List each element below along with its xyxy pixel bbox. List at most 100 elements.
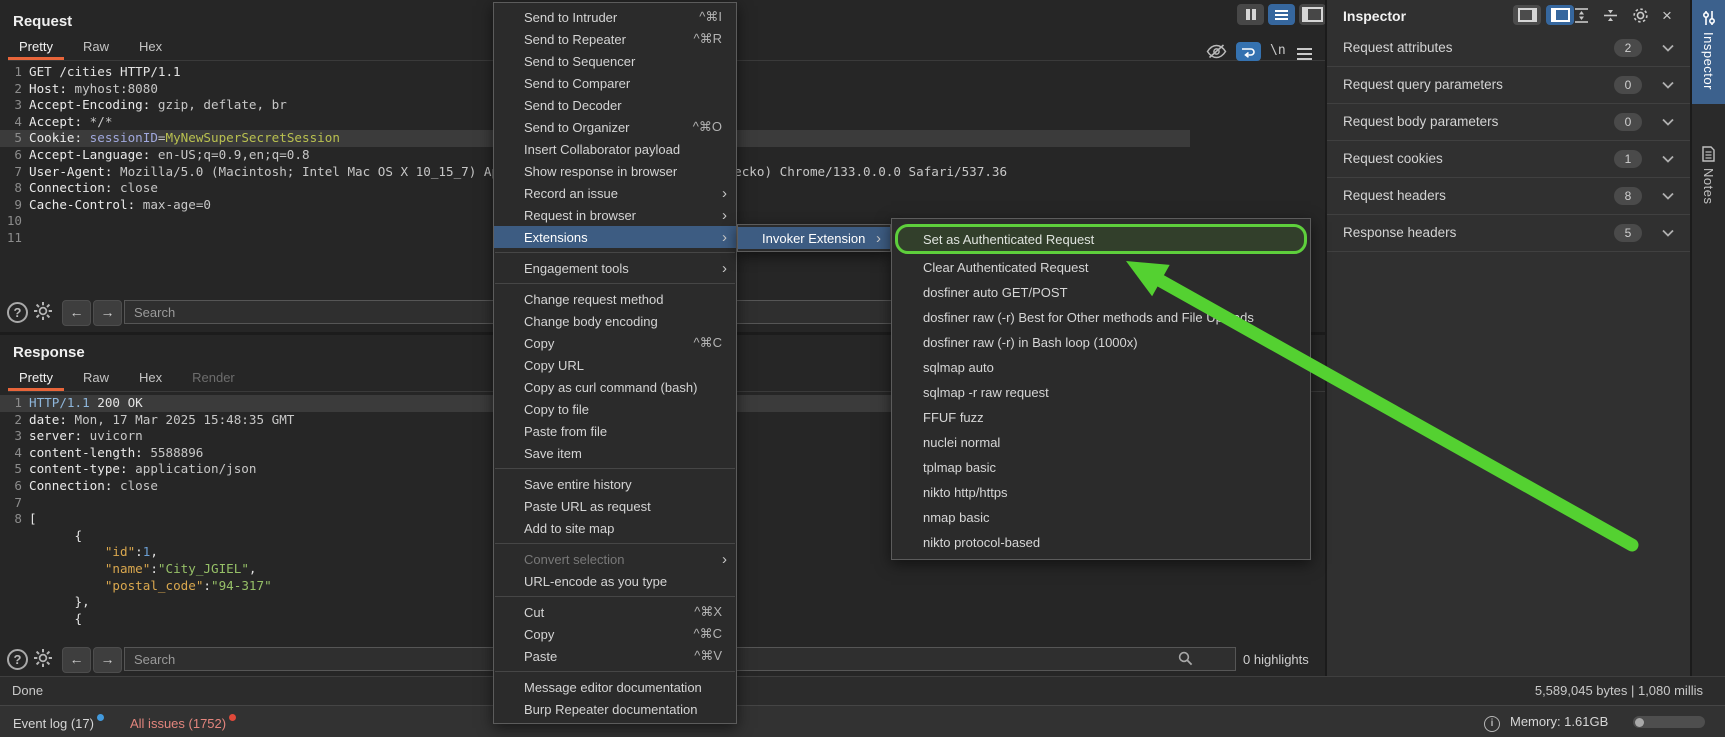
eye-slash-icon[interactable] [1206, 44, 1227, 59]
search-magnifier-icon[interactable] [1178, 651, 1193, 666]
inspector-dock-right-icon[interactable] [1546, 5, 1574, 25]
chevron-down-icon[interactable] [1662, 192, 1674, 200]
menu-item-add-to-site-map[interactable]: Add to site map [494, 517, 736, 539]
menu-item-send-to-repeater[interactable]: Send to Repeater ^⌘R [494, 28, 736, 50]
notes-icon [1702, 146, 1715, 162]
search-settings-gear-icon[interactable] [33, 648, 53, 668]
inspector-section-response-headers[interactable]: Response headers 5 [1327, 215, 1690, 252]
menu-item-nikto-protocol-based[interactable]: nikto protocol-based [892, 530, 1310, 555]
chevron-down-icon[interactable] [1662, 81, 1674, 89]
collapse-all-icon[interactable] [1602, 7, 1619, 24]
menu-shortcut: ^⌘X [694, 604, 722, 619]
inspector-dock-left-icon[interactable] [1513, 5, 1541, 25]
menu-item-change-request-method[interactable]: Change request method [494, 288, 736, 310]
rail-tab-notes[interactable]: Notes [1692, 146, 1725, 204]
inspector-section-request-headers[interactable]: Request headers 8 [1327, 178, 1690, 215]
menu-item-send-to-comparer[interactable]: Send to Comparer [494, 72, 736, 94]
menu-item-set-as-authenticated-request[interactable]: Set as Authenticated Request [895, 224, 1307, 254]
tab-raw[interactable]: Raw [72, 36, 120, 60]
line-number [0, 594, 29, 611]
menu-item-clear-authenticated-request[interactable]: Clear Authenticated Request [892, 255, 1310, 280]
inspector-section-request-query-parameters[interactable]: Request query parameters 0 [1327, 67, 1690, 104]
line-number: 5 [14, 130, 22, 146]
tab-hex[interactable]: Hex [128, 367, 173, 391]
search-settings-gear-icon[interactable] [33, 301, 53, 321]
menu-item-burp-repeater-documentation[interactable]: Burp Repeater documentation [494, 698, 736, 720]
help-icon[interactable]: ? [7, 302, 28, 323]
menu-item-cut[interactable]: Cut ^⌘X [494, 601, 736, 623]
event-log-link[interactable]: Event log (17) [13, 714, 104, 731]
search-next-button[interactable]: → [93, 300, 122, 326]
inspector-section-request-body-parameters[interactable]: Request body parameters 0 [1327, 104, 1690, 141]
menu-item-record-an-issue[interactable]: Record an issue › [494, 182, 736, 204]
newline-icon[interactable]: \n [1270, 43, 1286, 58]
search-prev-button[interactable]: ← [62, 300, 91, 326]
help-icon[interactable]: ? [7, 649, 28, 670]
tab-hex[interactable]: Hex [128, 36, 173, 60]
menu-item-ffuf-fuzz[interactable]: FFUF fuzz [892, 405, 1310, 430]
chevron-down-icon[interactable] [1662, 44, 1674, 52]
menu-item-paste-url-as-request[interactable]: Paste URL as request [494, 495, 736, 517]
menu-item-sqlmap-r-raw-request[interactable]: sqlmap -r raw request [892, 380, 1310, 405]
menu-item-engagement-tools[interactable]: Engagement tools › [494, 257, 736, 279]
memory-bar [1633, 716, 1705, 728]
chevron-down-icon[interactable] [1662, 118, 1674, 126]
tab-pretty[interactable]: Pretty [8, 367, 64, 391]
menu-item-url-encode-as-you-type[interactable]: URL-encode as you type [494, 570, 736, 592]
menu-item-copy[interactable]: Copy ^⌘C [494, 623, 736, 645]
menu-item-extensions[interactable]: Extensions › [494, 226, 736, 248]
menu-item-request-in-browser[interactable]: Request in browser › [494, 204, 736, 226]
menu-item-save-entire-history[interactable]: Save entire history [494, 473, 736, 495]
menu-item-show-response-in-browser[interactable]: Show response in browser [494, 160, 736, 182]
tab-pretty[interactable]: Pretty [8, 36, 64, 60]
line-number [0, 578, 29, 595]
menu-item-change-body-encoding[interactable]: Change body encoding [494, 310, 736, 332]
split-rows-icon[interactable] [1268, 4, 1295, 25]
menu-item-copy-url[interactable]: Copy URL [494, 354, 736, 376]
menu-item-paste-from-file[interactable]: Paste from file [494, 420, 736, 442]
count-badge: 0 [1614, 76, 1642, 94]
menu-item-dosfiner-raw-r-best-for-other-methods-and-file-uploads[interactable]: dosfiner raw (-r) Best for Other methods… [892, 305, 1310, 330]
menu-item-copy-to-file[interactable]: Copy to file [494, 398, 736, 420]
menu-item-sqlmap-auto[interactable]: sqlmap auto [892, 355, 1310, 380]
chevron-down-icon[interactable] [1662, 155, 1674, 163]
all-issues-link[interactable]: All issues (1752) [130, 714, 237, 731]
menu-item-message-editor-documentation[interactable]: Message editor documentation [494, 676, 736, 698]
menu-item-copy[interactable]: Copy ^⌘C [494, 332, 736, 354]
chevron-down-icon[interactable] [1662, 229, 1674, 237]
menu-item-copy-as-curl-command-bash-[interactable]: Copy as curl command (bash) [494, 376, 736, 398]
search-prev-button[interactable]: ← [62, 647, 91, 673]
menu-item-tplmap-basic[interactable]: tplmap basic [892, 455, 1310, 480]
editor-menu-icon[interactable] [1297, 46, 1312, 50]
menu-item-send-to-intruder[interactable]: Send to Intruder ^⌘I [494, 6, 736, 28]
menu-separator [495, 671, 735, 672]
expand-all-icon[interactable] [1573, 7, 1590, 24]
menu-item-send-to-organizer[interactable]: Send to Organizer ^⌘O [494, 116, 736, 138]
soft-wrap-icon[interactable] [1236, 42, 1261, 61]
menu-item-nikto-http-https[interactable]: nikto http/https [892, 480, 1310, 505]
count-badge: 2 [1614, 39, 1642, 57]
search-next-button[interactable]: → [93, 647, 122, 673]
section-label: Request body parameters [1343, 114, 1499, 129]
menu-item-invoker-extension[interactable]: Invoker Extension › [738, 227, 890, 249]
menu-item-convert-selection: Convert selection › [524, 550, 727, 568]
response-panel-title: Response [13, 344, 85, 361]
menu-item-send-to-sequencer[interactable]: Send to Sequencer [494, 50, 736, 72]
close-icon[interactable]: × [1662, 7, 1672, 24]
inspector-section-request-cookies[interactable]: Request cookies 1 [1327, 141, 1690, 178]
menu-item-paste[interactable]: Paste ^⌘V [494, 645, 736, 667]
single-panel-icon[interactable] [1299, 4, 1326, 25]
menu-item-nmap-basic[interactable]: nmap basic [892, 505, 1310, 530]
menu-item-send-to-decoder[interactable]: Send to Decoder [494, 94, 736, 116]
inspector-section-request-attributes[interactable]: Request attributes 2 [1327, 30, 1690, 67]
line-number: 7 [14, 494, 22, 510]
rail-tab-inspector[interactable]: Inspector [1692, 0, 1725, 104]
tab-raw[interactable]: Raw [72, 367, 120, 391]
menu-item-nuclei-normal[interactable]: nuclei normal [892, 430, 1310, 455]
menu-item-dosfiner-raw-r-in-bash-loop-1000x-[interactable]: dosfiner raw (-r) in Bash loop (1000x) [892, 330, 1310, 355]
split-columns-icon[interactable] [1237, 4, 1264, 25]
settings-gear-icon[interactable] [1631, 6, 1650, 25]
menu-item-save-item[interactable]: Save item [494, 442, 736, 464]
menu-item-dosfiner-auto-get-post[interactable]: dosfiner auto GET/POST [892, 280, 1310, 305]
menu-item-insert-collaborator-payload[interactable]: Insert Collaborator payload [494, 138, 736, 160]
